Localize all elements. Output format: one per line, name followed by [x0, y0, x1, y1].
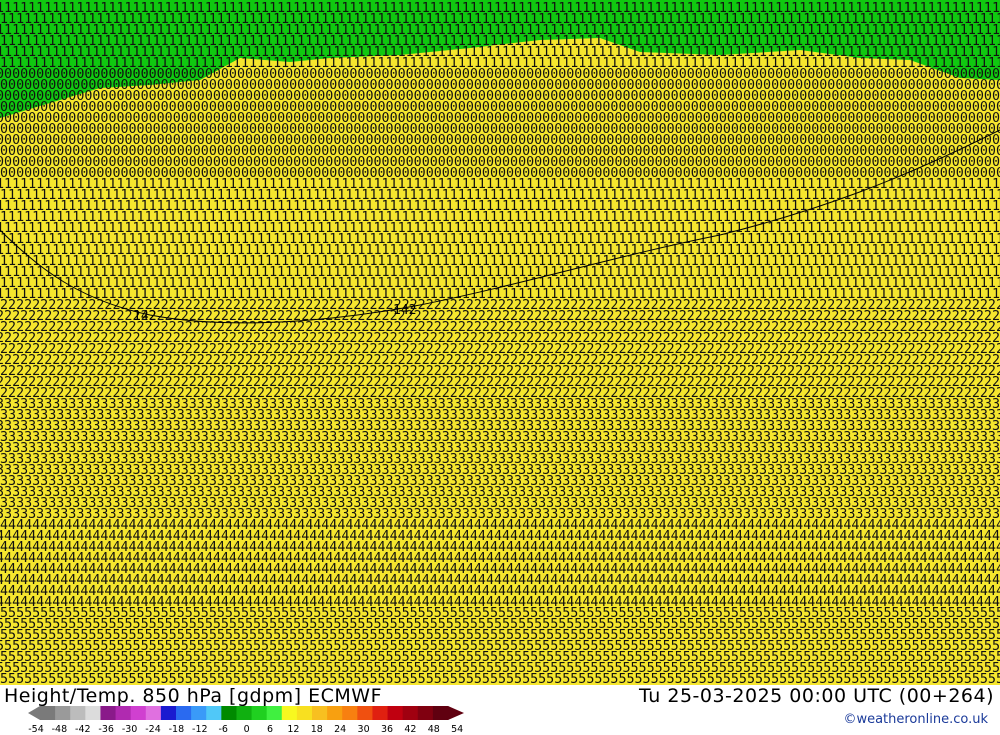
legend-tick-label: -18: [168, 724, 185, 735]
legend-color-swatch: [236, 706, 253, 720]
legend-tick-label: 36: [380, 724, 394, 735]
legend-tick-label: -42: [75, 724, 91, 735]
legend-tick-label: 6: [266, 724, 274, 735]
legend-color-swatch: [130, 706, 147, 720]
legend-tick-label: 30: [357, 724, 370, 735]
legend-color-swatch: [312, 706, 328, 720]
temperature-map: 1111111111111111111111111111111111111111…: [0, 0, 1000, 685]
legend-tick-label: -54: [28, 724, 44, 735]
legend-tick-label: -30: [121, 724, 138, 735]
legend-color-swatch: [387, 706, 404, 720]
legend-color-swatch: [296, 706, 313, 720]
legend-color-swatch: [327, 706, 343, 720]
map-footer: Height/Temp. 850 hPa [gdpm] ECMWF Tu 25-…: [0, 685, 1000, 735]
isotherm-digit-pattern: 1111111111111111111111111111111111111111…: [0, 1, 1000, 685]
map-canvas: 1111111111111111111111111111111111111111…: [0, 0, 1000, 685]
legend-tick-label: 42: [404, 724, 417, 735]
legend-color-swatch: [100, 706, 117, 720]
legend-color-swatch: [342, 706, 358, 720]
legend-color-swatch: [85, 706, 101, 720]
forecast-datetime: Tu 25-03-2025 00:00 UTC (00+264): [639, 685, 994, 707]
legend-tick-label: -6: [218, 724, 228, 735]
legend-tick-label: -24: [145, 724, 161, 735]
legend-color-swatch: [357, 706, 373, 720]
legend-tick-label: -48: [51, 724, 68, 735]
legend-color-swatch: [206, 706, 222, 720]
map-title: Height/Temp. 850 hPa [gdpm] ECMWF: [4, 685, 382, 707]
contour-label-center: 142: [393, 303, 416, 318]
legend-color-swatch: [417, 706, 434, 720]
legend-color-swatch: [281, 706, 298, 720]
legend-tick-label: 24: [334, 724, 347, 735]
legend-color-swatch: [55, 706, 71, 720]
legend-color-swatch: [40, 706, 56, 720]
legend-tick-label: 12: [287, 724, 300, 735]
legend-color-swatch: [176, 706, 192, 720]
legend-tick-label: 54: [451, 724, 464, 735]
legend-tick-label: 18: [310, 724, 323, 735]
legend-color-swatch: [432, 706, 449, 720]
legend-color-swatch: [372, 706, 389, 720]
legend-arrow-left: [28, 706, 40, 720]
digit-row: 5555555555555555555555555555555555555555…: [0, 672, 1000, 685]
legend-color-swatch: [70, 706, 86, 720]
legend-color-swatch: [145, 706, 162, 720]
legend-color-swatch: [160, 706, 177, 720]
legend-tick-label: -36: [98, 724, 114, 735]
legend-color-swatch: [221, 706, 237, 720]
legend-color-swatch: [402, 706, 419, 720]
legend-color-swatch: [191, 706, 207, 720]
legend-tick-label: -12: [192, 724, 208, 735]
contour-label-left: 142: [133, 309, 156, 324]
color-scale-legend: [28, 706, 464, 720]
legend-tick-label: 0: [243, 724, 250, 735]
legend-color-swatch: [115, 706, 132, 720]
legend-arrow-right: [448, 706, 464, 720]
legend-color-swatch: [266, 706, 283, 720]
legend-tick-label: 48: [427, 724, 440, 735]
copyright-link[interactable]: ©weatheronline.co.uk: [843, 712, 988, 727]
legend-color-swatch: [251, 706, 268, 720]
